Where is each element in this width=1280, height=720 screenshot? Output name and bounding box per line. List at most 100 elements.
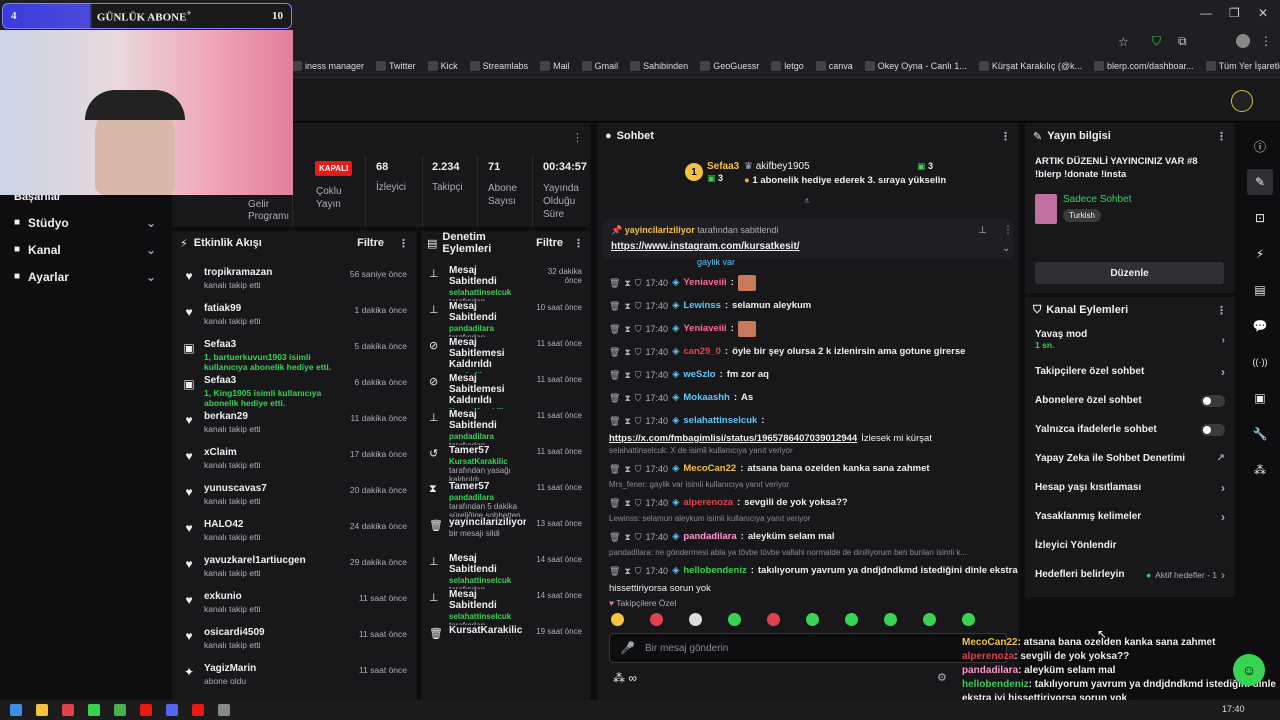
chat-icon[interactable]: 💬 xyxy=(1247,313,1273,339)
activity-item[interactable]: ♥ osicardi4509 kanalı takip etti 11 saat … xyxy=(172,627,417,663)
emote-icon[interactable] xyxy=(845,613,858,626)
moderation-item[interactable]: ⧗ Tamer57 pandadilara tarafından 5 dakik… xyxy=(421,481,590,517)
ban-icon[interactable]: ⛉ xyxy=(635,277,642,289)
bookmark-item[interactable]: Tüm Yer İşaretleri xyxy=(1205,61,1280,71)
ban-icon[interactable]: ⛉ xyxy=(635,565,642,577)
maximize-icon[interactable]: ❐ xyxy=(1229,6,1240,20)
minimize-icon[interactable]: — xyxy=(1200,6,1212,20)
sidebar-item[interactable]: ■ Ayarlar ⌄ xyxy=(0,263,170,290)
screen-icon[interactable]: ⊡ xyxy=(1247,205,1273,231)
emote-icon[interactable] xyxy=(962,613,975,626)
ban-icon[interactable]: ⛉ xyxy=(635,369,642,381)
infinity-icon[interactable]: ⁂ ∞ xyxy=(613,671,637,685)
moderation-item[interactable]: ↺ Tamer57 KursatKarakilic tarafından yas… xyxy=(421,445,590,481)
activity-item[interactable]: ♥ xClaim kanalı takip etti 17 dakika önce xyxy=(172,447,417,483)
channel-action-row[interactable]: Hesap yaşı kısıtlaması › xyxy=(1025,473,1235,502)
chat-username[interactable]: selahattinselcuk xyxy=(683,415,757,427)
activity-item[interactable]: ▣ Sefaa3 1, King1905 isimli kullanıcıya a… xyxy=(172,375,417,411)
pinned-by[interactable]: yayincilariziliyor xyxy=(625,225,695,235)
avatar[interactable] xyxy=(1236,34,1250,48)
activity-item[interactable]: ♥ fatiak99 kanalı takip etti 1 dakika önc… xyxy=(172,303,417,339)
moderation-item[interactable]: ⊘ Mesaj Sabitlemesi Kaldırıldı KursatKar… xyxy=(421,373,590,409)
bookmark-item[interactable]: letgo xyxy=(771,61,804,71)
activity-menu-icon[interactable]: ⋮ xyxy=(398,237,409,250)
chat-username[interactable]: Lewinss xyxy=(683,300,721,312)
bookmark-item[interactable]: Mail xyxy=(540,61,570,71)
category-link[interactable]: Sadece Sohbet xyxy=(1063,194,1131,205)
ban-icon[interactable]: ⛉ xyxy=(635,346,642,358)
moderation-item[interactable]: ⊥ Mesaj Sabitlendi selahattinselcuk tara… xyxy=(421,589,590,625)
delete-icon[interactable]: 🗑 xyxy=(609,497,620,509)
timeout-icon[interactable]: ⧗ xyxy=(624,346,630,358)
chat-username[interactable]: Yeniaveiii xyxy=(683,323,726,335)
delete-icon[interactable]: 🗑 xyxy=(609,346,620,358)
timeout-icon[interactable]: ⧗ xyxy=(624,531,630,543)
bookmark-item[interactable]: Kick xyxy=(427,61,458,71)
emote-icon[interactable] xyxy=(650,613,663,626)
collapse-icon[interactable]: ⩡ xyxy=(804,196,810,207)
moderation-item[interactable]: 🗑 KursatKarakilic 19 saat önce xyxy=(421,625,590,661)
ban-icon[interactable]: ⛉ xyxy=(635,497,642,509)
emote-icon[interactable] xyxy=(884,613,897,626)
timeout-icon[interactable]: ⧗ xyxy=(624,300,630,312)
timeout-icon[interactable]: ⧗ xyxy=(624,369,630,381)
timeout-icon[interactable]: ⧗ xyxy=(624,415,630,427)
broadcast-icon[interactable]: ((·)) xyxy=(1247,349,1273,375)
activity-item[interactable]: ♥ tropikramazan kanalı takip etti 56 sani… xyxy=(172,267,417,303)
bookmark-item[interactable]: Sahibinden xyxy=(630,61,688,71)
chat-input[interactable]: 🎤 Bir mesaj gönderin xyxy=(609,633,1007,663)
gear-icon[interactable]: ⚙ xyxy=(937,671,947,684)
emote-icon[interactable] xyxy=(689,613,702,626)
activity-item[interactable]: ▣ Sefaa3 1, bartuerkuvun1903 isimli kulla… xyxy=(172,339,417,375)
timeout-icon[interactable]: ⧗ xyxy=(624,392,630,404)
activity-item[interactable]: ♥ HALO42 kanalı takip etti 24 dakika önce xyxy=(172,519,417,555)
slow-mode-row[interactable]: Yavaş mod 1 sn. › xyxy=(1025,323,1235,357)
moderation-item[interactable]: ⊘ Mesaj Sabitlemesi Kaldırıldı pandadila… xyxy=(421,337,590,373)
chat-menu-icon[interactable]: ⋮ xyxy=(1000,130,1011,143)
delete-icon[interactable]: 🗑 xyxy=(609,277,620,289)
sidebar-item[interactable]: ■ Kanal ⌄ xyxy=(0,236,170,263)
shield-icon[interactable]: ⛉ xyxy=(1152,34,1161,49)
sidebar-item[interactable]: ■ Stüdyo ⌄ xyxy=(0,209,170,236)
timeout-icon[interactable]: ⧗ xyxy=(624,277,630,289)
bookmark-item[interactable]: Streamlabs xyxy=(469,61,528,71)
info-icon[interactable]: ⓘ xyxy=(1247,133,1273,159)
stats-menu-icon[interactable]: ⋮ xyxy=(572,131,583,144)
chat-link[interactable]: https://x.com/fmbagimlisi/status/1965786… xyxy=(609,433,857,445)
channel-actions-menu-icon[interactable]: ⋮ xyxy=(1216,304,1227,317)
ban-icon[interactable]: ⛉ xyxy=(635,300,642,312)
delete-icon[interactable]: 🗑 xyxy=(609,463,620,475)
emote-icon[interactable] xyxy=(806,613,819,626)
chevron-down-icon[interactable]: ⌄ xyxy=(1002,243,1010,254)
emote-icon[interactable] xyxy=(767,613,780,626)
lightning-icon[interactable]: ⚡ xyxy=(1247,241,1273,267)
multistream-label[interactable]: Çoklu Yayın xyxy=(316,185,342,211)
bookmark-item[interactable]: Twitter xyxy=(376,61,416,71)
channel-action-row[interactable]: Takipçilere özel sohbet › xyxy=(1025,357,1235,386)
gift-target[interactable]: akifbey1905 xyxy=(756,161,810,172)
chat-username[interactable]: alperenoza xyxy=(683,497,733,509)
timeout-icon[interactable]: ⧗ xyxy=(624,497,630,509)
timeout-icon[interactable]: ⧗ xyxy=(624,565,630,577)
delete-icon[interactable]: 🗑 xyxy=(609,565,620,577)
delete-icon[interactable]: 🗑 xyxy=(609,392,620,404)
ban-icon[interactable]: ⛉ xyxy=(635,392,642,404)
chat-username[interactable]: hellobendeniz xyxy=(683,565,746,577)
close-icon[interactable]: ✕ xyxy=(1258,6,1268,20)
chat-username[interactable]: weSzlo xyxy=(683,369,715,381)
moderation-item[interactable]: ⊥ Mesaj Sabitlendi selahattinselcuk tara… xyxy=(421,265,590,301)
plugin-icon[interactable]: ⁂ xyxy=(1247,457,1273,483)
gift-prompt[interactable]: ● 1 abonelik hediye ederek 3. sıraya yük… xyxy=(744,175,946,186)
wrench-icon[interactable]: 🔧 xyxy=(1247,421,1273,447)
moderation-filter-button[interactable]: Filtre xyxy=(536,237,563,249)
delete-icon[interactable]: 🗑 xyxy=(609,531,620,543)
moderation-menu-icon[interactable]: ⋮ xyxy=(573,237,584,250)
toggle-switch[interactable] xyxy=(1201,394,1225,407)
pinned-link[interactable]: https://www.instagram.com/kursatkesit/ xyxy=(611,241,800,252)
toggle-switch[interactable] xyxy=(1201,423,1225,436)
bookmark-item[interactable]: Kürşat Karakılıç (@k... xyxy=(978,61,1082,71)
delete-icon[interactable]: 🗑 xyxy=(609,323,620,335)
emote-icon[interactable] xyxy=(728,613,741,626)
pinned-menu-icon[interactable]: ⋮ xyxy=(1003,225,1013,236)
document-icon[interactable]: ▤ xyxy=(1247,277,1273,303)
